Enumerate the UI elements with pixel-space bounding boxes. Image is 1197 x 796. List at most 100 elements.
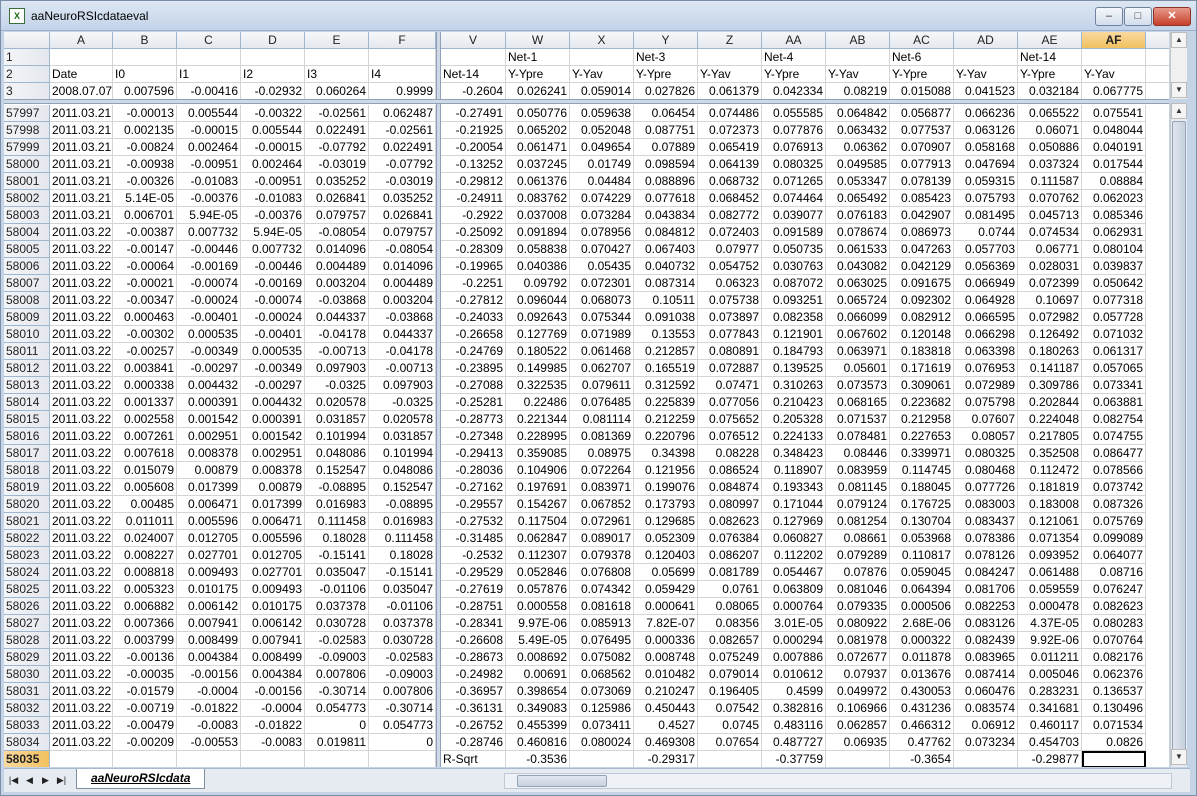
cell[interactable]: 0.064139 bbox=[698, 156, 762, 173]
cell[interactable]: 0.000391 bbox=[241, 411, 305, 428]
cell[interactable]: 0.007618 bbox=[113, 445, 177, 462]
cell[interactable]: 0.196405 bbox=[698, 683, 762, 700]
cell[interactable]: 0.079289 bbox=[826, 547, 890, 564]
cell[interactable]: 0.062931 bbox=[1082, 224, 1146, 241]
cell[interactable]: 0.224048 bbox=[1018, 411, 1082, 428]
cell[interactable]: 2011.03.21 bbox=[50, 105, 113, 122]
cell[interactable]: 2011.03.22 bbox=[50, 275, 113, 292]
cell[interactable]: 0.011211 bbox=[1018, 649, 1082, 666]
cell[interactable]: 0.073742 bbox=[1082, 479, 1146, 496]
cell[interactable]: 0.079611 bbox=[570, 377, 634, 394]
cell[interactable]: 0.072403 bbox=[698, 224, 762, 241]
cell[interactable]: -0.00446 bbox=[177, 241, 241, 258]
cell[interactable]: 0.18028 bbox=[305, 530, 369, 547]
cell[interactable]: 0.083437 bbox=[954, 513, 1018, 530]
cell[interactable]: 0.030728 bbox=[305, 615, 369, 632]
cell[interactable]: 0.063025 bbox=[826, 275, 890, 292]
cell[interactable]: -0.00297 bbox=[241, 377, 305, 394]
cell[interactable] bbox=[570, 49, 634, 66]
cell[interactable]: 0.075541 bbox=[1082, 105, 1146, 122]
cell[interactable]: -0.08054 bbox=[305, 224, 369, 241]
vertical-scrollbar[interactable]: ▲ ▼ bbox=[1170, 103, 1187, 767]
cell[interactable]: 0.072961 bbox=[570, 513, 634, 530]
cell[interactable]: 0.031857 bbox=[305, 411, 369, 428]
cell[interactable]: 0.032184 bbox=[1018, 83, 1082, 100]
cell[interactable]: -0.0004 bbox=[241, 700, 305, 717]
cell[interactable]: -0.15141 bbox=[305, 547, 369, 564]
cell[interactable]: 0.072399 bbox=[1018, 275, 1082, 292]
cell[interactable]: 0.22486 bbox=[506, 394, 570, 411]
cell[interactable]: 0.077537 bbox=[890, 122, 954, 139]
cell[interactable]: 2011.03.22 bbox=[50, 649, 113, 666]
cell[interactable]: 0.004489 bbox=[369, 275, 436, 292]
cell[interactable]: -0.28341 bbox=[441, 615, 506, 632]
cell[interactable]: -0.01822 bbox=[241, 717, 305, 734]
cell[interactable]: 0.022491 bbox=[369, 139, 436, 156]
cell[interactable]: 5.94E-05 bbox=[241, 224, 305, 241]
cell[interactable]: 0.061488 bbox=[1018, 564, 1082, 581]
cell[interactable]: 2011.03.22 bbox=[50, 700, 113, 717]
cell[interactable]: 2011.03.22 bbox=[50, 326, 113, 343]
cell[interactable]: 0.080922 bbox=[826, 615, 890, 632]
cell[interactable]: 0.08884 bbox=[1082, 173, 1146, 190]
cell[interactable]: 0.070427 bbox=[570, 241, 634, 258]
cell[interactable]: 0.079757 bbox=[305, 207, 369, 224]
cell[interactable]: 0.060476 bbox=[954, 683, 1018, 700]
cell[interactable]: 0.050735 bbox=[762, 241, 826, 258]
cell[interactable]: 0.06771 bbox=[1018, 241, 1082, 258]
cell[interactable]: 0.080468 bbox=[954, 462, 1018, 479]
cell[interactable]: -0.01083 bbox=[177, 173, 241, 190]
cell[interactable]: 0.082754 bbox=[1082, 411, 1146, 428]
cell[interactable]: 0.062857 bbox=[826, 717, 890, 734]
cell[interactable]: 0.101994 bbox=[369, 445, 436, 462]
cell[interactable]: 0.4527 bbox=[634, 717, 698, 734]
cell[interactable]: 0.066236 bbox=[954, 105, 1018, 122]
cell[interactable]: 0.017399 bbox=[177, 479, 241, 496]
cell[interactable]: 0.052309 bbox=[634, 530, 698, 547]
cell[interactable]: 0.049585 bbox=[826, 156, 890, 173]
cell[interactable]: -0.03019 bbox=[305, 156, 369, 173]
cell[interactable]: 0.098594 bbox=[634, 156, 698, 173]
cell[interactable]: -0.2604 bbox=[441, 83, 506, 100]
cell[interactable]: 0.001542 bbox=[177, 411, 241, 428]
cell[interactable]: 0.064077 bbox=[1082, 547, 1146, 564]
cell[interactable]: 0.469308 bbox=[634, 734, 698, 751]
cell[interactable]: 2011.03.22 bbox=[50, 598, 113, 615]
row-header[interactable]: 58021 bbox=[4, 513, 50, 530]
cell[interactable]: -0.26752 bbox=[441, 717, 506, 734]
cell[interactable]: 0 bbox=[369, 734, 436, 751]
cell[interactable]: 0.071537 bbox=[826, 411, 890, 428]
cell[interactable]: 0.000506 bbox=[890, 598, 954, 615]
cell[interactable]: 0.061471 bbox=[506, 139, 570, 156]
cell[interactable]: 0.193343 bbox=[762, 479, 826, 496]
cell[interactable]: 0.062847 bbox=[506, 530, 570, 547]
cell[interactable]: 0.01749 bbox=[570, 156, 634, 173]
cell[interactable]: 0.076384 bbox=[698, 530, 762, 547]
cell[interactable]: Net-14 bbox=[441, 66, 506, 83]
cell[interactable]: 0.035252 bbox=[305, 173, 369, 190]
column-header-f[interactable]: F bbox=[369, 32, 436, 49]
maximize-button[interactable]: □ bbox=[1124, 7, 1152, 26]
column-header-x[interactable]: X bbox=[570, 32, 634, 49]
last-sheet-icon[interactable]: ▶| bbox=[54, 772, 69, 788]
cell[interactable]: 0.06071 bbox=[1018, 122, 1082, 139]
cell[interactable]: 0.066298 bbox=[954, 326, 1018, 343]
cell[interactable]: 0.004489 bbox=[305, 258, 369, 275]
row-header[interactable]: 58014 bbox=[4, 394, 50, 411]
cell[interactable]: 0.079378 bbox=[570, 547, 634, 564]
cell[interactable]: 0.063126 bbox=[954, 122, 1018, 139]
cell[interactable]: 0.072677 bbox=[826, 649, 890, 666]
cell[interactable]: 0.008378 bbox=[241, 462, 305, 479]
cell[interactable]: 0.127969 bbox=[762, 513, 826, 530]
cell[interactable]: I4 bbox=[369, 66, 436, 83]
cell[interactable] bbox=[113, 49, 177, 66]
cell[interactable]: -0.24911 bbox=[441, 190, 506, 207]
cell[interactable]: 0.312592 bbox=[634, 377, 698, 394]
cell[interactable]: 0.283231 bbox=[1018, 683, 1082, 700]
cell[interactable]: 0.110817 bbox=[890, 547, 954, 564]
cell[interactable]: 0.339971 bbox=[890, 445, 954, 462]
cell[interactable]: 0.041523 bbox=[954, 83, 1018, 100]
cell[interactable] bbox=[570, 751, 634, 767]
column-header-e[interactable]: E bbox=[305, 32, 369, 49]
cell[interactable]: 0.039837 bbox=[1082, 258, 1146, 275]
